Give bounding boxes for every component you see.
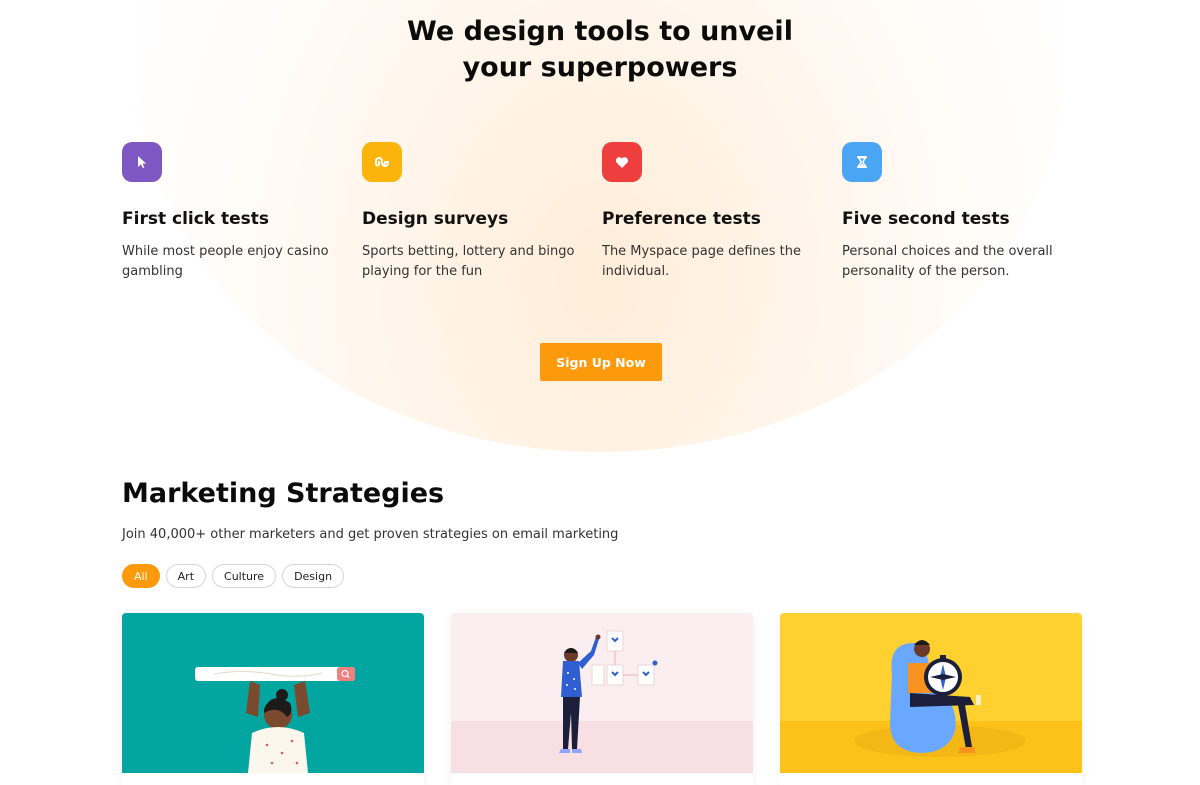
card-footer	[122, 773, 424, 785]
feature-first-click: First click tests While most people enjo…	[122, 142, 362, 282]
hero-title-line-2: your superpowers	[462, 52, 738, 83]
card-footer	[780, 773, 1082, 785]
section-subtitle: Join 40,000+ other marketers and get pro…	[122, 527, 619, 542]
stumbleupon-icon	[362, 142, 402, 182]
filter-culture[interactable]: Culture	[212, 564, 277, 588]
feature-description: The Myspace page defines the individual.	[602, 244, 802, 279]
feature-description: While most people enjoy casino gambling	[122, 244, 329, 279]
feature-title: Preference tests	[602, 209, 761, 229]
cursor-icon	[122, 142, 162, 182]
person-holding-search-bar-illustration	[122, 613, 424, 773]
filter-design[interactable]: Design	[282, 564, 345, 588]
feature-description: Sports betting, lottery and bingo playin…	[362, 244, 575, 279]
hero-title: We design tools to unveil your superpowe…	[0, 14, 1200, 86]
article-card[interactable]	[122, 613, 424, 785]
feature-title: Design surveys	[362, 209, 509, 229]
article-card[interactable]	[780, 613, 1082, 785]
feature-preference-tests: Preference tests The Myspace page define…	[602, 142, 842, 282]
person-arranging-diagram-illustration	[451, 613, 753, 773]
hero-title-line-1: We design tools to unveil	[407, 16, 793, 47]
filter-all[interactable]: All	[122, 564, 160, 588]
person-with-compass-illustration	[780, 613, 1082, 773]
section-title: Marketing Strategies	[122, 478, 445, 509]
article-card[interactable]	[451, 613, 753, 785]
feature-title: First click tests	[122, 209, 270, 229]
heart-icon	[602, 142, 642, 182]
hourglass-icon	[842, 142, 882, 182]
filter-art[interactable]: Art	[165, 564, 207, 588]
feature-description: Personal choices and the overall persona…	[842, 244, 1053, 279]
card-footer	[451, 773, 753, 785]
feature-title: Five second tests	[842, 209, 1010, 229]
article-cards	[122, 613, 1082, 785]
feature-five-second: Five second tests Personal choices and t…	[842, 142, 1082, 282]
features-row: First click tests While most people enjo…	[122, 142, 1082, 282]
feature-design-surveys: Design surveys Sports betting, lottery a…	[362, 142, 602, 282]
sign-up-button[interactable]: Sign Up Now	[540, 343, 662, 381]
filter-chips: All Art Culture Design	[122, 564, 345, 588]
